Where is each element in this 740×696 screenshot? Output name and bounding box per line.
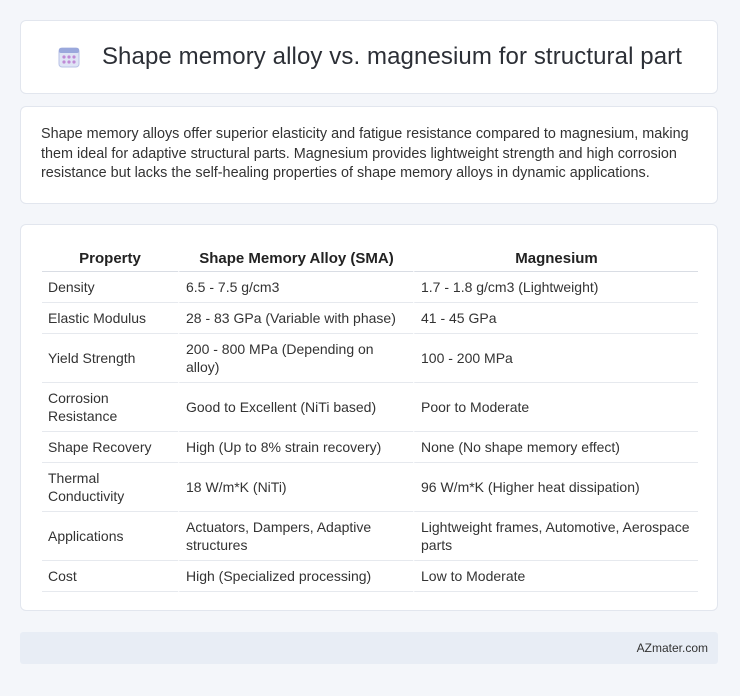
magnesium-cell: None (No shape memory effect)	[413, 432, 698, 463]
sma-cell: 28 - 83 GPa (Variable with phase)	[178, 303, 413, 334]
column-header-magnesium: Magnesium	[413, 245, 698, 272]
table-row: Yield Strength 200 - 800 MPa (Depending …	[42, 334, 698, 383]
magnesium-cell: 1.7 - 1.8 g/cm3 (Lightweight)	[413, 272, 698, 303]
property-cell: Density	[42, 272, 178, 303]
sma-cell: 18 W/m*K (NiTi)	[178, 463, 413, 512]
sma-cell: Actuators, Dampers, Adaptive structures	[178, 512, 413, 561]
calendar-grid-icon	[56, 44, 82, 70]
table-row: Corrosion Resistance Good to Excellent (…	[42, 383, 698, 432]
column-header-property: Property	[42, 245, 178, 272]
table-header-row: Property Shape Memory Alloy (SMA) Magnes…	[42, 245, 698, 272]
magnesium-cell: 96 W/m*K (Higher heat dissipation)	[413, 463, 698, 512]
magnesium-cell: Lightweight frames, Automotive, Aerospac…	[413, 512, 698, 561]
magnesium-cell: 100 - 200 MPa	[413, 334, 698, 383]
sma-cell: Good to Excellent (NiTi based)	[178, 383, 413, 432]
property-cell: Yield Strength	[42, 334, 178, 383]
property-cell: Corrosion Resistance	[42, 383, 178, 432]
sma-cell: High (Specialized processing)	[178, 561, 413, 592]
magnesium-cell: Low to Moderate	[413, 561, 698, 592]
table-row: Thermal Conductivity 18 W/m*K (NiTi) 96 …	[42, 463, 698, 512]
title-card: Shape memory alloy vs. magnesium for str…	[20, 20, 718, 94]
page-title: Shape memory alloy vs. magnesium for str…	[101, 43, 683, 70]
footer-bar: AZmater.com	[20, 632, 718, 664]
property-cell: Thermal Conductivity	[42, 463, 178, 512]
property-cell: Shape Recovery	[42, 432, 178, 463]
title-row: Shape memory alloy vs. magnesium for str…	[56, 43, 682, 71]
summary-card: Shape memory alloys offer superior elast…	[20, 106, 718, 204]
table-row: Shape Recovery High (Up to 8% strain rec…	[42, 432, 698, 463]
column-header-sma: Shape Memory Alloy (SMA)	[178, 245, 413, 272]
sma-cell: 200 - 800 MPa (Depending on alloy)	[178, 334, 413, 383]
table-row: Applications Actuators, Dampers, Adaptiv…	[42, 512, 698, 561]
comparison-table: Property Shape Memory Alloy (SMA) Magnes…	[42, 245, 698, 592]
magnesium-cell: 41 - 45 GPa	[413, 303, 698, 334]
property-cell: Elastic Modulus	[42, 303, 178, 334]
property-cell: Applications	[42, 512, 178, 561]
summary-text: Shape memory alloys offer superior elast…	[41, 126, 689, 181]
sma-cell: High (Up to 8% strain recovery)	[178, 432, 413, 463]
property-cell: Cost	[42, 561, 178, 592]
magnesium-cell: Poor to Moderate	[413, 383, 698, 432]
table-row: Density 6.5 - 7.5 g/cm3 1.7 - 1.8 g/cm3 …	[42, 272, 698, 303]
footer-brand[interactable]: AZmater.com	[637, 641, 708, 655]
comparison-card: Property Shape Memory Alloy (SMA) Magnes…	[20, 224, 718, 611]
table-row: Elastic Modulus 28 - 83 GPa (Variable wi…	[42, 303, 698, 334]
table-row: Cost High (Specialized processing) Low t…	[42, 561, 698, 592]
sma-cell: 6.5 - 7.5 g/cm3	[178, 272, 413, 303]
